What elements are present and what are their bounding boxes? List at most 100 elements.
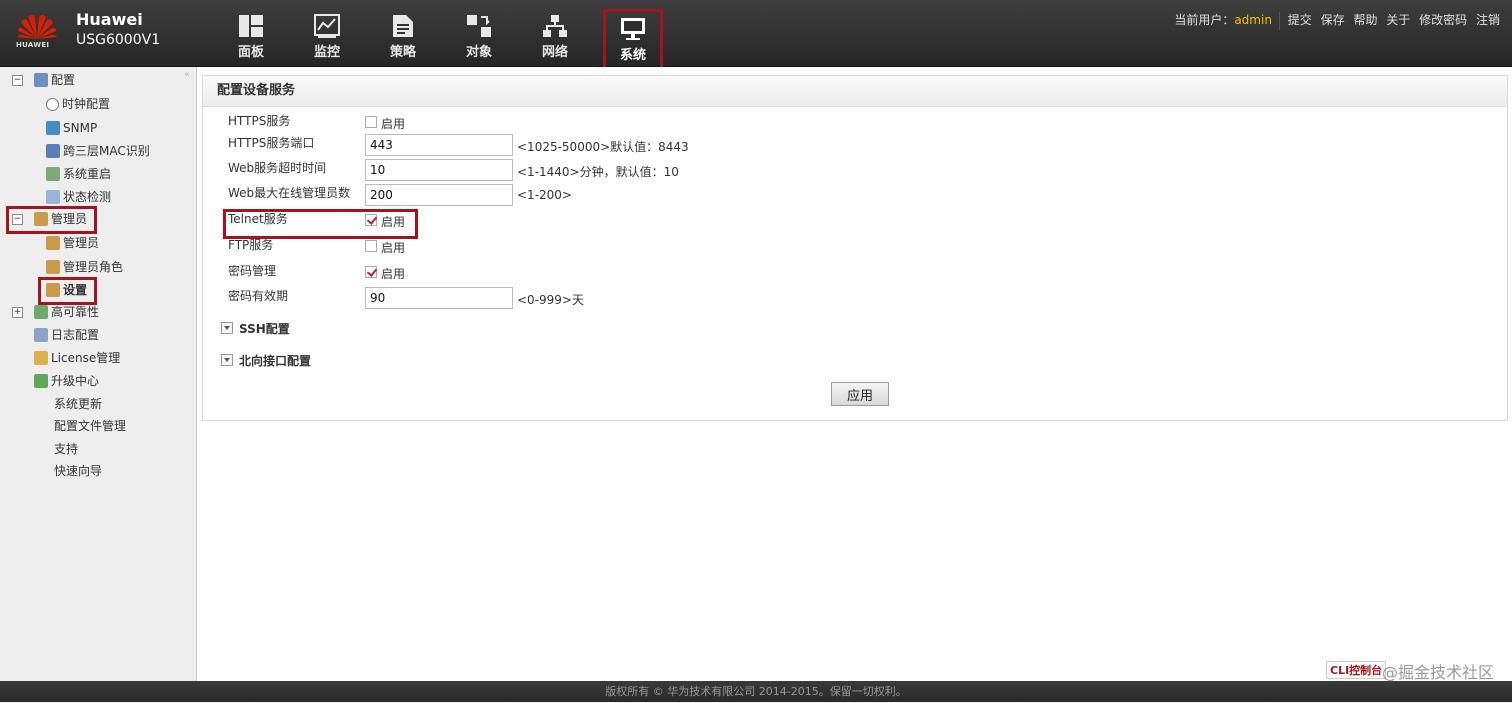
sidebar-item-label: SNMP [63,121,98,135]
computer-icon [46,144,60,158]
password-mgmt-checkbox[interactable] [365,266,377,278]
sidebar-item-config-file[interactable]: 配置文件管理 [54,416,126,436]
upgrade-icon [34,374,48,388]
change-password-link[interactable]: 修改密码 [1419,13,1467,27]
row-https-port: HTTPS服务端口 <1025-50000>默认值：8443 [203,134,1503,158]
collapse-sidebar-icon[interactable]: « [184,69,190,80]
collapse-icon[interactable]: − [12,75,23,86]
log-icon [34,328,48,342]
sidebar-item-quick-wizard[interactable]: 快速向导 [54,461,102,481]
password-validity-hint: <0-999>天 [517,293,584,307]
admin-user-icon [46,236,60,250]
https-service-checkbox[interactable] [365,116,377,128]
sidebar-item-upgrade[interactable]: 升级中心 [34,371,99,391]
nav-monitor[interactable]: 监控 [294,6,360,62]
https-port-hint: <1025-50000>默认值：8443 [517,140,689,154]
https-port-label: HTTPS服务端口 [228,136,315,150]
highlight-settings [38,277,97,305]
config-icon [34,73,48,87]
password-validity-input[interactable] [365,287,513,309]
submit-link[interactable]: 提交 [1288,13,1312,27]
sidebar-item-label: 系统重启 [63,167,112,181]
logo-text: HUAWEI [16,41,50,49]
sidebar-item-config[interactable]: 配置 [34,70,75,90]
copyright-text: 版权所有 © 华为技术有限公司 2014-2015。保留一切权利。 [605,685,907,698]
sidebar-item-mac[interactable]: 跨三层MAC识别 [46,141,150,161]
row-password-validity: 密码有效期 <0-999>天 [203,287,1503,311]
nav-network[interactable]: 网络 [522,6,588,62]
sidebar-item-state-check[interactable]: 状态检测 [46,187,111,207]
password-validity-label: 密码有效期 [228,289,289,303]
nav-policy[interactable]: 策略 [370,6,436,62]
expand-icon[interactable]: + [12,307,23,318]
brand-name: Huawei [76,10,143,29]
northbound-config-section[interactable]: 北向接口配置 [221,352,311,369]
web-max-admins-input[interactable] [365,184,513,206]
dashboard-icon [239,15,263,37]
enable-label: 启用 [381,241,406,255]
sidebar-item-label: 日志配置 [51,328,100,342]
cli-console-badge[interactable]: CLI控制台 [1326,661,1387,679]
apply-button[interactable]: 应用 [831,382,889,406]
ssh-config-section[interactable]: SSH配置 [221,320,290,337]
current-user-label: 当前用户： [1174,13,1235,27]
sidebar-item-label: 高可靠性 [51,305,100,319]
sidebar-item-label: 管理员角色 [63,260,124,274]
highlight-admin [6,206,97,234]
row-ftp-service: FTP服务 启用 [203,236,1503,260]
object-icon [467,15,491,37]
save-link[interactable]: 保存 [1321,13,1345,27]
enable-label: 启用 [381,117,406,131]
nav-label: 面板 [237,45,264,60]
sidebar-item-snmp[interactable]: SNMP [46,118,97,138]
about-link[interactable]: 关于 [1386,13,1410,27]
https-service-label: HTTPS服务 [228,114,291,128]
watermark: @掘金技术社区 [1381,663,1494,682]
web-max-admins-label: Web最大在线管理员数 [228,186,351,200]
snmp-icon [46,121,60,135]
status-check-icon [46,190,60,204]
row-web-max-admins: Web最大在线管理员数 <1-200> [203,184,1503,208]
device-service-panel: 配置设备服务 HTTPS服务 启用 HTTPS服务端口 <1025-50000>… [202,75,1508,421]
current-user: admin [1234,13,1272,27]
sidebar-item-admin[interactable]: 管理员 [46,233,99,253]
sidebar-item-support[interactable]: 支持 [54,439,78,459]
nav-label: 策略 [389,45,416,60]
sidebar-item-reboot[interactable]: 系统重启 [46,164,111,184]
sidebar-item-ha[interactable]: 高可靠性 [34,302,99,322]
license-icon [34,351,48,365]
ftp-service-checkbox[interactable] [365,240,377,252]
policy-document-icon [393,15,413,37]
web-timeout-label: Web服务超时时间 [228,161,327,175]
enable-label: 启用 [381,267,406,281]
logout-link[interactable]: 注销 [1476,13,1500,27]
admin-role-icon [46,260,60,274]
expand-arrow-icon [221,322,233,334]
sidebar-item-label: License管理 [51,351,121,365]
northbound-config-label: 北向接口配置 [239,354,312,368]
web-timeout-input[interactable] [365,159,513,181]
nav-label: 系统 [619,48,646,63]
sidebar-item-clock[interactable]: 时钟配置 [46,94,110,114]
highlight-telnet [223,209,418,239]
nav-dashboard[interactable]: 面板 [218,6,284,62]
https-port-input[interactable] [365,134,513,156]
clock-icon [46,98,59,111]
nav-system[interactable]: 系统 [603,9,663,71]
expand-arrow-icon [221,354,233,366]
password-mgmt-label: 密码管理 [228,264,277,278]
sidebar-item-label: 配置文件管理 [54,419,127,433]
sidebar-item-admin-role[interactable]: 管理员角色 [46,257,123,277]
row-password-mgmt: 密码管理 启用 [203,262,1503,286]
help-link[interactable]: 帮助 [1353,13,1377,27]
top-toolbar: 当前用户：admin 提交 保存 帮助 关于 修改密码 注销 [1174,11,1500,30]
nav-label: 监控 [313,45,340,60]
sidebar-item-label: 升级中心 [51,374,100,388]
sidebar-item-log[interactable]: 日志配置 [34,325,99,345]
sidebar-item-system-update[interactable]: 系统更新 [54,394,102,414]
sidebar-item-label: 状态检测 [63,190,112,204]
sidebar-item-license[interactable]: License管理 [34,348,120,368]
nav-object[interactable]: 对象 [446,6,512,62]
sidebar-item-label: 快速向导 [54,464,103,478]
huawei-logo-icon [17,15,57,39]
